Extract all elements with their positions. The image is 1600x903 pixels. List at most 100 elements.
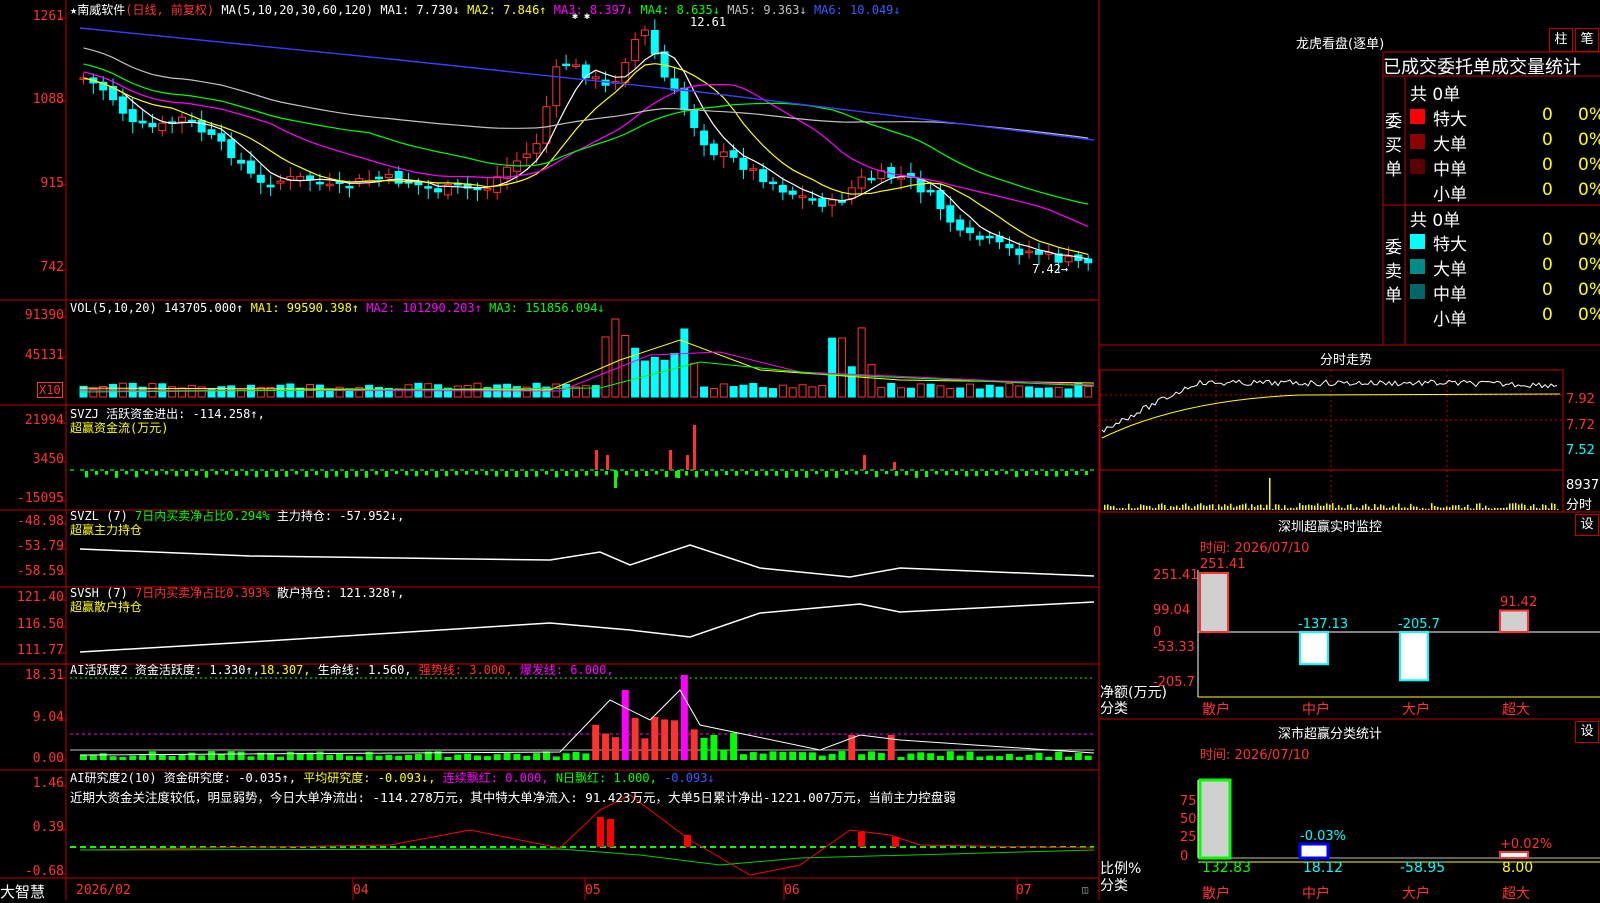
row-label: 特大 bbox=[1433, 110, 1467, 130]
vol-unit-badge[interactable]: X10 bbox=[37, 382, 63, 398]
ai1-bar bbox=[454, 754, 462, 760]
classify-settings-button[interactable]: 设 bbox=[1575, 721, 1599, 743]
volume-bar bbox=[847, 366, 856, 398]
ai1-bar bbox=[671, 720, 678, 760]
candle-body bbox=[522, 153, 531, 159]
svzj-bar bbox=[405, 471, 408, 476]
lock-icon[interactable]: ◫ bbox=[1082, 885, 1088, 896]
volume-bar bbox=[749, 383, 758, 398]
kline-ytick: 742 bbox=[40, 260, 64, 275]
intraday-vol-bar bbox=[1353, 508, 1355, 510]
intraday-vol-bar bbox=[1530, 506, 1532, 510]
classify-value: 18.12 bbox=[1303, 860, 1344, 876]
intraday-vol-bar bbox=[1485, 505, 1487, 510]
ai1-bar bbox=[286, 751, 294, 760]
svzj-bar bbox=[485, 471, 488, 476]
svzj-bar bbox=[275, 471, 278, 478]
monitor-settings-button[interactable]: 设 bbox=[1575, 514, 1599, 536]
intraday-vol-bar bbox=[1422, 507, 1424, 510]
ai1-bar bbox=[927, 753, 935, 760]
stock-name[interactable]: 南威软件 bbox=[77, 3, 125, 17]
svzj-bar bbox=[375, 471, 378, 475]
volume-bar bbox=[227, 385, 236, 398]
candle-body bbox=[414, 181, 423, 186]
ai2-header: AI研究度2(10) 资金研究度: -0.035↑, 平均研究度: -0.093… bbox=[70, 769, 715, 786]
intraday-vol-bar bbox=[1293, 508, 1295, 510]
svzj-bar bbox=[605, 471, 608, 475]
svzj-bar bbox=[705, 471, 708, 476]
ai1-bar bbox=[168, 755, 176, 760]
svzj-bar bbox=[745, 471, 748, 475]
intraday-vol-bar bbox=[1305, 505, 1307, 510]
ma2-value: MA2: 7.846↑ bbox=[467, 3, 547, 17]
intraday-vol-bar bbox=[1200, 503, 1202, 510]
svsh-hold: 散户持仓: 121.328↑, bbox=[276, 586, 405, 600]
svzj-bar bbox=[1045, 471, 1048, 477]
ai1-bar bbox=[503, 753, 511, 760]
svzj-bar bbox=[693, 425, 696, 470]
kline-chart-canvas[interactable] bbox=[0, 0, 1100, 900]
svzj-bar bbox=[1035, 471, 1038, 475]
volume-bar bbox=[109, 383, 118, 398]
intraday-vol-bar bbox=[1257, 505, 1259, 510]
intraday-vol-bar bbox=[1290, 507, 1292, 510]
low-price-mark: 7.42→ bbox=[1032, 262, 1069, 276]
brand-logo[interactable]: 大智慧 bbox=[0, 881, 45, 902]
intraday-vol-bar bbox=[1296, 507, 1298, 510]
candle-body bbox=[788, 190, 797, 195]
ai1-bar bbox=[158, 754, 166, 760]
intraday-vol-bar bbox=[1173, 506, 1175, 510]
intraday-vol-bar bbox=[1479, 503, 1481, 510]
candle-body bbox=[118, 96, 127, 114]
row-label: 特大 bbox=[1433, 235, 1467, 255]
monitor-time: 时间: 2026/07/10 bbox=[1200, 541, 1310, 556]
candle-body bbox=[936, 189, 945, 210]
intraday-vol-bar bbox=[1536, 507, 1538, 510]
volume-bar bbox=[975, 388, 984, 398]
intraday-vol-bar bbox=[1212, 504, 1214, 510]
svzj-bar bbox=[435, 471, 438, 478]
volume-bar bbox=[1084, 386, 1093, 398]
row-pct: 0% bbox=[1578, 280, 1600, 300]
row-pct: 0% bbox=[1578, 230, 1600, 250]
svzj-bar bbox=[215, 471, 218, 475]
svzj-bar bbox=[115, 471, 118, 478]
intraday-vol-bar bbox=[1317, 503, 1319, 510]
svzj-bar bbox=[95, 471, 98, 475]
intraday-vol-bar bbox=[1548, 508, 1550, 510]
intraday-vol-bar bbox=[1299, 503, 1301, 510]
classify-category: 中户 bbox=[1302, 886, 1330, 902]
svzj-bar bbox=[615, 471, 618, 478]
ai1-bar bbox=[1065, 756, 1072, 760]
ai1-bar bbox=[562, 753, 570, 760]
legend-swatch bbox=[1410, 159, 1425, 174]
ai1-bar bbox=[385, 754, 393, 760]
bar-mode-button[interactable]: 柱 bbox=[1549, 28, 1573, 52]
ai1-burst: 爆发线: 6.000, bbox=[519, 663, 614, 677]
tick-mode-button[interactable]: 笔 bbox=[1575, 28, 1599, 52]
ai1-bar bbox=[1025, 754, 1033, 760]
svzj-bar bbox=[975, 471, 978, 477]
svzj-bar bbox=[395, 471, 398, 475]
intraday-vol-bar bbox=[1287, 508, 1289, 510]
intraday-vol-bar bbox=[1554, 503, 1556, 510]
legend-swatch bbox=[1410, 234, 1425, 249]
ai1-bar bbox=[641, 738, 649, 760]
candle-body bbox=[217, 133, 226, 142]
chart-mode[interactable]: (日线, 前复权) bbox=[125, 3, 214, 17]
ai1-bar bbox=[395, 755, 403, 760]
row-label: 中单 bbox=[1433, 285, 1467, 305]
intraday-frame bbox=[1099, 369, 1564, 513]
candle-body bbox=[197, 119, 206, 133]
ai1-title: AI活跃度2 资金活跃度: 1.330↑, bbox=[70, 663, 260, 677]
svzj-bar bbox=[835, 471, 838, 478]
ai2-ytick: 0.39 bbox=[32, 820, 64, 835]
candle-body bbox=[591, 76, 600, 80]
row-pct: 0% bbox=[1578, 305, 1600, 325]
ai1-curve bbox=[79, 689, 1095, 756]
ai1-bar bbox=[946, 751, 954, 760]
ex-rights-marks[interactable]: ✱ ✱ bbox=[572, 11, 590, 22]
ai2-ytick: -0.68 bbox=[24, 864, 64, 879]
intraday-vol-bar bbox=[1146, 506, 1148, 510]
intraday-vol-bar bbox=[1143, 505, 1145, 510]
